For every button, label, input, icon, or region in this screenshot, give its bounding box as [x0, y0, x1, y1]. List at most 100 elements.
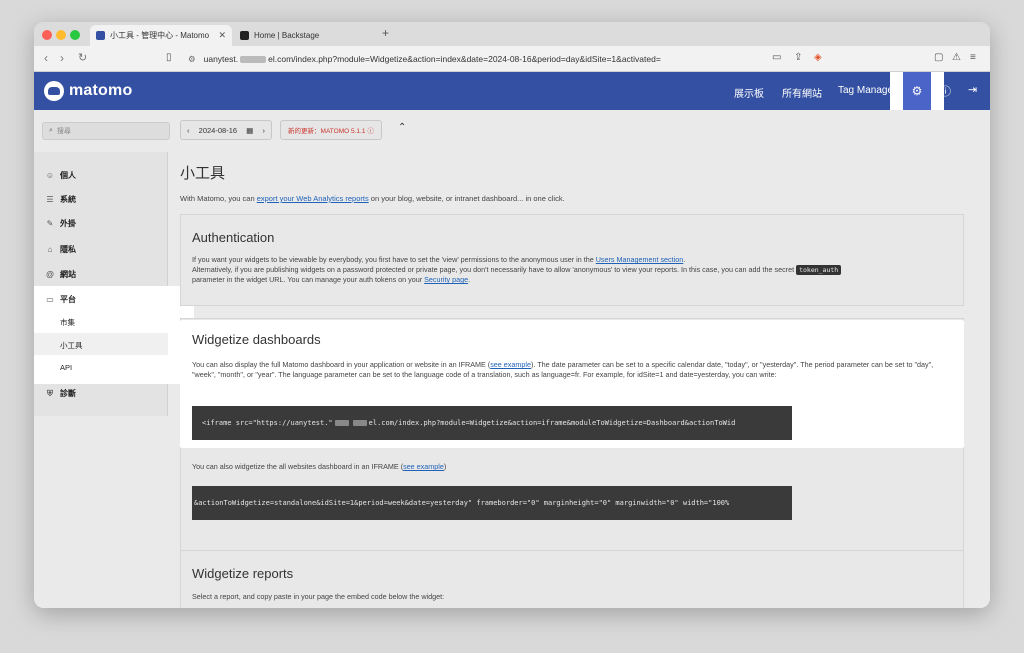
widgetize-text-pre: You can also display the full Matomo das…: [192, 360, 491, 369]
see-example-link[interactable]: see example: [490, 360, 531, 369]
code1-pre: <iframe src="https://uanytest.": [202, 419, 333, 427]
tab-backstage[interactable]: Home | Backstage: [234, 25, 376, 46]
sidebar-toggle-icon[interactable]: ▢: [934, 52, 943, 63]
export-reports-link[interactable]: export your Web Analytics reports: [257, 194, 369, 203]
admin-gear-icon[interactable]: ⚙: [903, 72, 931, 110]
users-management-link[interactable]: Users Management section: [596, 255, 684, 264]
url-suffix: el.com/index.php?module=Widgetize&action…: [268, 54, 661, 64]
all-websites-iframe-code[interactable]: &actionToWidgetize=standalone&idSite=1&p…: [192, 486, 792, 520]
sidebar-subitem-widgets[interactable]: 小工具: [60, 340, 83, 351]
date-selector[interactable]: ‹ 2024-08-16 ▦ ›: [180, 120, 272, 140]
auth-line3-post: .: [468, 275, 471, 284]
matomo-logo-icon: [44, 81, 64, 101]
forward-icon[interactable]: ›: [60, 51, 64, 65]
nav-tag-manager[interactable]: Tag Manager: [838, 85, 896, 96]
close-tab-icon[interactable]: ✕: [218, 30, 226, 41]
cast-icon[interactable]: ▭: [772, 52, 781, 63]
sidebar-item-system[interactable]: ☰ 系統: [44, 194, 76, 205]
bookmark-icon[interactable]: ▯: [166, 52, 172, 63]
monitor-icon: ▭: [46, 295, 54, 304]
tab-title: Home | Backstage: [254, 31, 320, 40]
date-value: 2024-08-16: [198, 125, 238, 135]
collapse-icon[interactable]: ⌃: [398, 122, 406, 133]
calendar-icon: ▦: [246, 125, 254, 135]
sidebar-item-label: 平台: [60, 295, 76, 304]
widgetize-dashboards-text: You can also display the full Matomo das…: [192, 360, 954, 380]
site-info-icon[interactable]: ⚙: [188, 54, 196, 65]
text2-pre: You can also widgetize the all websites …: [192, 462, 404, 471]
brave-shield-icon[interactable]: ◈: [814, 52, 822, 63]
active-subitem-background: [34, 333, 168, 355]
sidebar-item-plugins[interactable]: ✎ 外掛: [44, 218, 76, 229]
widgetize-reports-title: Widgetize reports: [192, 566, 294, 581]
redacted-block: [352, 420, 367, 426]
sidebar-item-label: 診斷: [60, 389, 76, 398]
server-icon: ☰: [46, 195, 54, 204]
logout-icon[interactable]: ⇥: [968, 83, 977, 96]
search-placeholder: 搜尋: [56, 128, 71, 135]
auth-line3: parameter in the widget URL. You can man…: [192, 275, 425, 284]
nav-dashboard[interactable]: 展示板: [734, 85, 764, 100]
matomo-header: matomo 展示板 所有網站 Tag Manager: [34, 72, 990, 110]
address-bar[interactable]: ⚙ uanytest. el.com/index.php?module=Widg…: [178, 50, 826, 68]
tab-title: 小工具 - 管理中心 - Matomo: [110, 31, 210, 40]
widgetize-reports-text: Select a report, and copy paste in your …: [192, 592, 445, 601]
sidebar-item-platform[interactable]: ▭ 平台: [44, 294, 76, 305]
auth-line1: If you want your widgets to be viewable …: [192, 255, 596, 264]
redacted-block: [240, 55, 267, 63]
sidebar-subitem-api[interactable]: API: [60, 363, 72, 372]
security-page-link[interactable]: Security page: [424, 275, 468, 284]
user-icon: ☺: [45, 171, 55, 180]
nav-all-websites[interactable]: 所有網站: [782, 85, 822, 100]
new-tab-button[interactable]: +: [382, 26, 389, 40]
sidebar-item-diagnostics[interactable]: ⛨ 診斷: [44, 388, 76, 399]
all-websites-text: You can also widgetize the all websites …: [192, 462, 446, 472]
help-icon[interactable]: ⓘ: [940, 83, 951, 99]
zoom-window-button[interactable]: [70, 30, 80, 40]
next-period-icon[interactable]: ›: [262, 126, 265, 135]
prev-period-icon[interactable]: ‹: [187, 126, 190, 135]
intro-text: With Matomo, you can export your Web Ana…: [180, 194, 565, 203]
sidebar-item-privacy[interactable]: ⌂ 隱私: [44, 244, 76, 255]
sidebar-item-personal[interactable]: ☺ 個人: [44, 170, 76, 181]
tab-matomo[interactable]: 小工具 - 管理中心 - Matomo ✕: [90, 25, 232, 46]
info-icon: ⓘ: [367, 128, 374, 135]
backstage-favicon-icon: [240, 31, 249, 40]
lock-icon: ⌂: [47, 245, 53, 254]
browser-window: 小工具 - 管理中心 - Matomo ✕ Home | Backstage +…: [34, 22, 990, 608]
code2: &actionToWidgetize=standalone&idSite=1&p…: [194, 499, 730, 507]
intro-pre: With Matomo, you can: [180, 194, 257, 203]
page-title: 小工具: [180, 165, 226, 182]
widgetize-dashboards-title: Widgetize dashboards: [192, 332, 321, 347]
sidebar-item-label: 隱私: [60, 245, 76, 254]
authentication-text: If you want your widgets to be viewable …: [192, 255, 952, 285]
back-icon[interactable]: ‹: [44, 51, 48, 65]
token-auth-code: token_auth: [796, 265, 842, 275]
sidebar-item-label: 外掛: [60, 219, 76, 228]
sidebar-item-websites[interactable]: @ 網站: [44, 269, 76, 280]
browser-toolbar: ‹ › ↻ ▯ ⚙ uanytest. el.com/index.php?mod…: [34, 46, 990, 72]
auth-line2: Alternatively, if you are publishing wid…: [192, 265, 797, 274]
see-example-link-2[interactable]: see example: [403, 462, 444, 471]
code1-post: el.com/index.php?module=Widgetize&action…: [368, 419, 736, 427]
update-notice-button[interactable]: 新的更新：MATOMO 5.1.1 ⓘ: [280, 120, 382, 140]
matomo-favicon-icon: [96, 31, 105, 40]
sidebar-item-label: 網站: [60, 270, 76, 279]
sidebar-item-label: 系統: [60, 195, 76, 204]
admin-search-input[interactable]: ⌕ 搜尋: [42, 122, 170, 140]
auth-line1-post: .: [683, 255, 686, 264]
share-icon[interactable]: ⇪: [794, 52, 802, 63]
update-text: 新的更新：MATOMO 5.1.1: [288, 128, 366, 135]
text2-post: ): [443, 462, 447, 471]
sidebar-subitem-marketplace[interactable]: 市集: [60, 317, 75, 328]
shield-icon: ⛨: [47, 388, 53, 398]
reload-icon[interactable]: ↻: [78, 51, 87, 64]
at-icon: @: [46, 270, 54, 279]
extensions-icon[interactable]: ⚠: [952, 52, 961, 63]
authentication-title: Authentication: [192, 230, 275, 245]
close-window-button[interactable]: [42, 30, 52, 40]
menu-icon[interactable]: ≡: [970, 52, 976, 63]
matomo-logo[interactable]: matomo: [44, 81, 132, 101]
dashboard-iframe-code[interactable]: <iframe src="https://uanytest." el.com/i…: [192, 406, 792, 440]
minimize-window-button[interactable]: [56, 30, 66, 40]
